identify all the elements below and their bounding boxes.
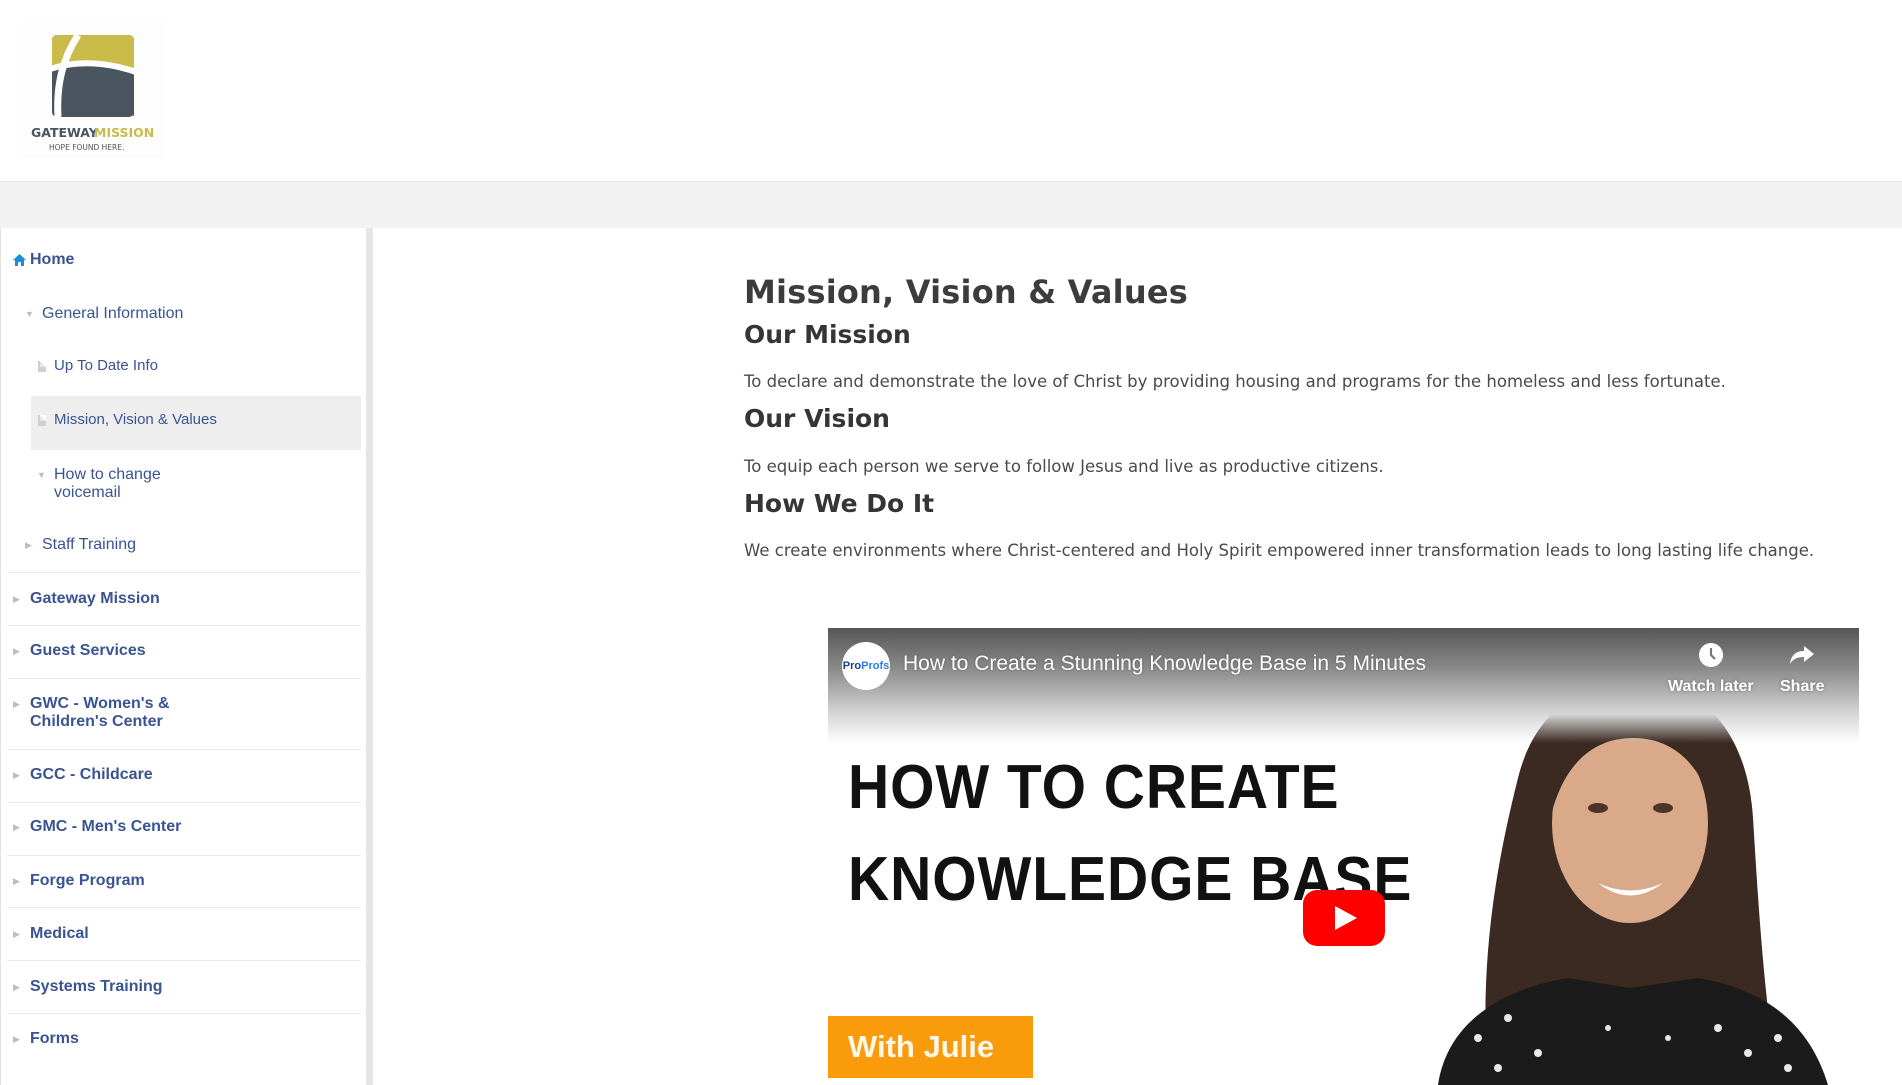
- sidebar-item-label: Home: [30, 251, 75, 268]
- section-heading-vision: Our Vision: [744, 404, 890, 433]
- embedded-video-player[interactable]: HOW TO CREATE KNOWLEDGE BASE Pro Profs Ho…: [828, 628, 1859, 1085]
- divider: [7, 960, 361, 961]
- divider: [7, 1013, 361, 1014]
- home-icon: [13, 254, 26, 266]
- presenter-badge: With Julie: [828, 1016, 1033, 1078]
- chevron-right-icon[interactable]: ▶: [25, 540, 32, 551]
- sidebar-item-label: GCC - Childcare: [30, 766, 153, 783]
- sidebar-item-label-line1: How to change: [54, 466, 161, 483]
- sidebar-resize-handle[interactable]: [366, 228, 373, 1085]
- sidebar-item-label-line2: Children's Center: [30, 713, 163, 730]
- sidebar-item-label: Forge Program: [30, 872, 145, 889]
- sidebar-item-label: Medical: [30, 925, 89, 942]
- section-heading-mission: Our Mission: [744, 320, 911, 349]
- share-arrow-icon: [1790, 646, 1815, 664]
- chevron-down-icon[interactable]: ▼: [37, 470, 46, 480]
- document-icon: [38, 361, 46, 372]
- chevron-right-icon[interactable]: ▶: [13, 646, 20, 657]
- sidebar-item-label-line1: GWC - Women's &: [30, 695, 170, 712]
- sidebar-item-label: Systems Training: [30, 978, 163, 995]
- chevron-right-icon[interactable]: ▶: [13, 594, 20, 605]
- share-label: Share: [1780, 678, 1825, 695]
- chevron-right-icon[interactable]: ▶: [13, 699, 20, 710]
- sidebar-item-label: Guest Services: [30, 642, 146, 659]
- sidebar-item-label: Forms: [30, 1030, 79, 1047]
- sidebar-item-label: General Information: [42, 305, 184, 322]
- chevron-right-icon[interactable]: ▶: [13, 1034, 20, 1045]
- section-text-mission: To declare and demonstrate the love of C…: [744, 372, 1726, 391]
- sidebar-item-label: Mission, Vision & Values: [54, 411, 217, 428]
- sidebar-item-label-line2: voicemail: [54, 484, 121, 501]
- channel-name-profs: Profs: [861, 660, 890, 672]
- site-header: GATEWAY MISSION HOPE FOUND HERE.: [0, 0, 1902, 181]
- watch-later-button[interactable]: Watch later: [1668, 642, 1754, 696]
- chevron-right-icon[interactable]: ▶: [13, 929, 20, 940]
- video-title-link[interactable]: How to Create a Stunning Knowledge Base …: [903, 652, 1426, 676]
- logo-name: GATEWAY: [31, 125, 99, 140]
- sidebar-item-label: GMC - Men's Center: [30, 818, 182, 835]
- divider: [7, 855, 361, 856]
- divider: [7, 907, 361, 908]
- watch-later-label: Watch later: [1668, 678, 1754, 695]
- share-button[interactable]: Share: [1780, 642, 1824, 696]
- header-toolbar-strip: [0, 181, 1902, 229]
- document-icon: [38, 415, 46, 426]
- chevron-down-icon[interactable]: ▼: [25, 309, 34, 319]
- section-text-how-we-do-it: We create environments where Christ-cent…: [744, 541, 1815, 560]
- chevron-right-icon[interactable]: ▶: [13, 770, 20, 781]
- chevron-right-icon[interactable]: ▶: [13, 876, 20, 887]
- logo-tagline: HOPE FOUND HERE.: [49, 143, 124, 152]
- section-text-vision: To equip each person we serve to follow …: [744, 457, 1384, 476]
- divider: [7, 749, 361, 750]
- channel-avatar[interactable]: Pro Profs: [842, 642, 890, 690]
- thumbnail-title-line1: HOW TO CREATE: [848, 753, 1340, 822]
- sidebar-item-label: Gateway Mission: [30, 590, 160, 607]
- divider: [7, 678, 361, 679]
- play-button[interactable]: [1303, 890, 1385, 946]
- divider: [7, 625, 361, 626]
- divider: [7, 802, 361, 803]
- channel-name-pro: Pro: [842, 660, 862, 672]
- section-heading-how-we-do-it: How We Do It: [744, 489, 935, 518]
- page-title: Mission, Vision & Values: [744, 273, 1188, 311]
- chevron-right-icon[interactable]: ▶: [13, 982, 20, 993]
- logo-accent: MISSION: [94, 125, 154, 140]
- clock-icon: [1698, 643, 1723, 667]
- gateway-mission-logo[interactable]: GATEWAY MISSION HOPE FOUND HERE.: [22, 22, 164, 158]
- sidebar-item-label: Staff Training: [42, 536, 136, 553]
- sidebar-item-label: Up To Date Info: [54, 357, 158, 374]
- divider: [7, 572, 361, 573]
- chevron-right-icon[interactable]: ▶: [13, 822, 20, 833]
